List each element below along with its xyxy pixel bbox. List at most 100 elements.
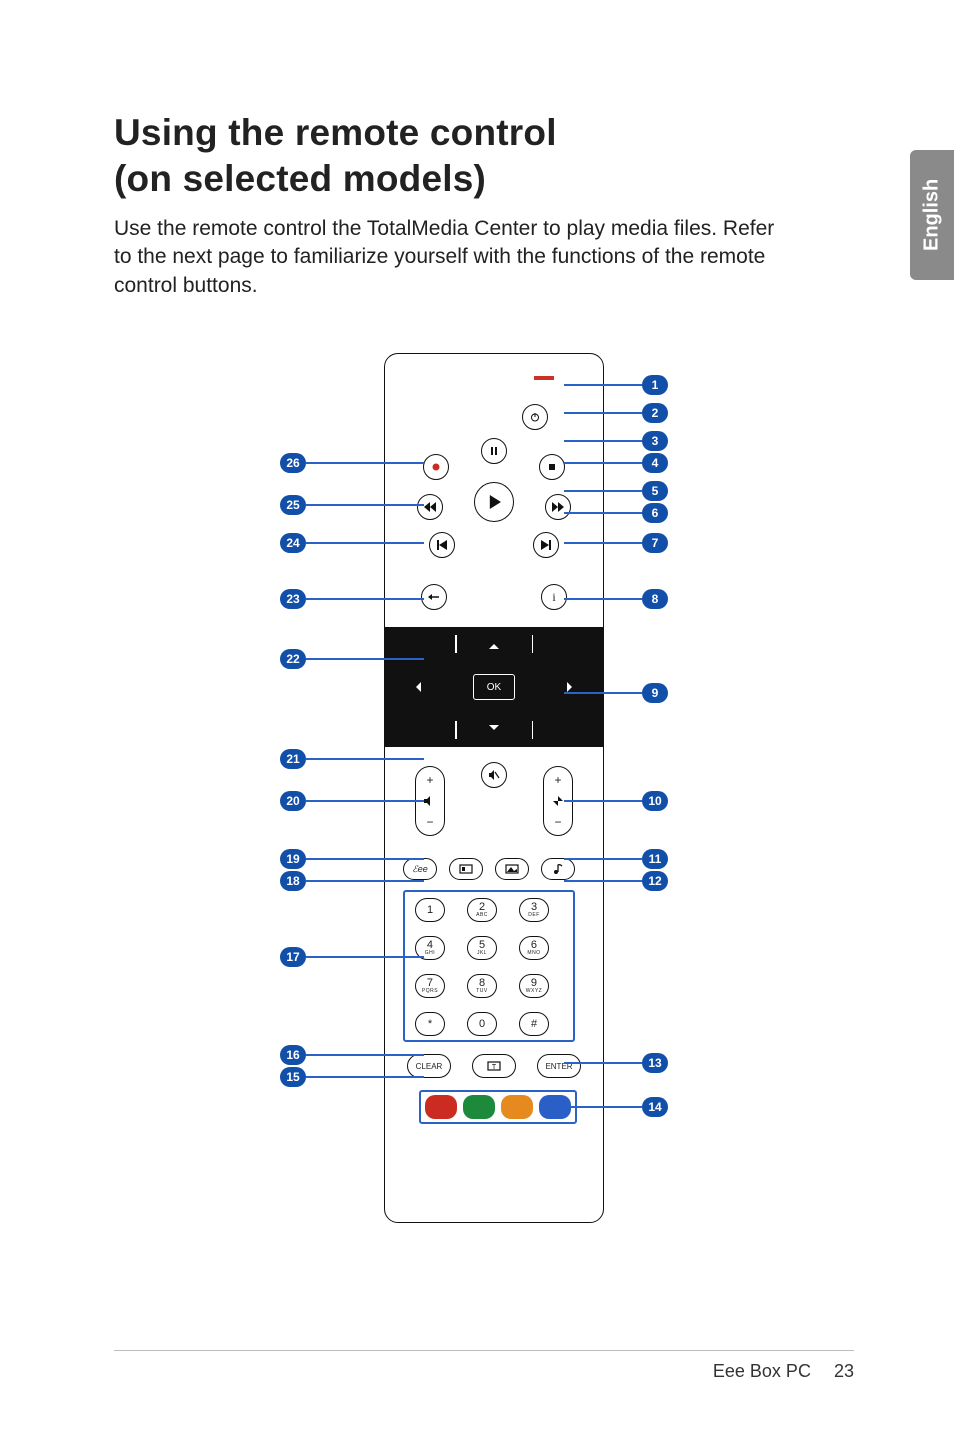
- rewind-button: [417, 494, 443, 520]
- keypad-9: 9WXYZ: [519, 974, 549, 998]
- teletext-icon: T: [487, 1061, 501, 1071]
- heading-line-1: Using the remote control: [114, 112, 557, 153]
- callout-badge-14: 14: [642, 1097, 668, 1117]
- speaker-mute-icon: [424, 796, 436, 806]
- left-arrow-icon: [411, 682, 421, 692]
- videos-button: [449, 858, 483, 880]
- callout-line: [564, 512, 642, 514]
- callout-badge-6: 6: [642, 503, 668, 523]
- callout-badge-20: 20: [280, 791, 306, 811]
- callout-badge-12: 12: [642, 871, 668, 891]
- clear-button: CLEAR: [407, 1054, 451, 1078]
- footer-page-number: 23: [834, 1361, 854, 1381]
- callout-badge-21: 21: [280, 749, 306, 769]
- callout-line: [306, 658, 424, 660]
- callout-line: [564, 542, 642, 544]
- callout-badge-16: 16: [280, 1045, 306, 1065]
- minus-icon: −: [426, 815, 433, 829]
- navigation-pad: OK: [385, 627, 603, 747]
- record-icon: [431, 462, 441, 472]
- film-icon: [459, 864, 473, 874]
- mute-button: [481, 762, 507, 788]
- callout-line: [564, 1106, 642, 1108]
- music-button: [541, 858, 575, 880]
- svg-text:T: T: [492, 1064, 497, 1071]
- callout-badge-11: 11: [642, 849, 668, 869]
- ok-button: OK: [473, 674, 515, 700]
- stop-icon: [547, 462, 557, 472]
- pause-icon: [489, 446, 499, 456]
- callout-line: [306, 858, 424, 860]
- play-icon: [487, 495, 501, 509]
- intro-paragraph: Use the remote control the TotalMedia Ce…: [114, 215, 784, 302]
- callout-line: [564, 440, 642, 442]
- callout-badge-25: 25: [280, 495, 306, 515]
- heading-line-2: (on selected models): [114, 158, 486, 199]
- fast-forward-button: [545, 494, 571, 520]
- callout-line: [564, 1062, 642, 1064]
- pause-button: [481, 438, 507, 464]
- callout-badge-4: 4: [642, 453, 668, 473]
- power-icon: [529, 411, 541, 423]
- keypad-0: 0: [467, 1012, 497, 1036]
- skip-back-icon: [437, 540, 447, 550]
- keypad-5: 5JKL: [467, 936, 497, 960]
- callout-line: [564, 384, 642, 386]
- keypad-3: 3DEF: [519, 898, 549, 922]
- callout-badge-17: 17: [280, 947, 306, 967]
- callout-line: [564, 692, 642, 694]
- music-note-icon: [552, 863, 564, 875]
- callout-line: [306, 504, 424, 506]
- callout-badge-2: 2: [642, 403, 668, 423]
- callout-line: [306, 462, 424, 464]
- callout-badge-22: 22: [280, 649, 306, 669]
- callout-badge-24: 24: [280, 533, 306, 553]
- callout-badge-23: 23: [280, 589, 306, 609]
- page: English Using the remote control (on sel…: [0, 0, 954, 1438]
- keypad-#: #: [519, 1012, 549, 1036]
- pictures-button: [495, 858, 529, 880]
- callout-line: [564, 412, 642, 414]
- keypad-8: 8TUV: [467, 974, 497, 998]
- callout-line: [306, 1054, 424, 1056]
- callout-badge-9: 9: [642, 683, 668, 703]
- rewind-icon: [424, 502, 436, 512]
- mute-icon: [488, 769, 500, 781]
- callout-badge-7: 7: [642, 533, 668, 553]
- remote-diagram: i OK + −: [174, 353, 814, 1233]
- callout-badge-18: 18: [280, 871, 306, 891]
- enter-button: ENTER: [537, 1054, 581, 1078]
- previous-button: [429, 532, 455, 558]
- language-tab: English: [910, 150, 954, 280]
- callout-badge-8: 8: [642, 589, 668, 609]
- info-button: i: [541, 584, 567, 610]
- plus-icon: +: [426, 773, 433, 787]
- next-button: [533, 532, 559, 558]
- callout-line: [564, 858, 642, 860]
- callout-line: [564, 598, 642, 600]
- teletext-button: T: [472, 1054, 516, 1078]
- callout-badge-26: 26: [280, 453, 306, 473]
- power-button: [522, 404, 548, 430]
- ir-window-icon: [534, 376, 554, 380]
- callout-badge-10: 10: [642, 791, 668, 811]
- callout-line: [306, 800, 424, 802]
- up-arrow-icon: [489, 639, 499, 649]
- minus-icon: −: [554, 815, 561, 829]
- play-button: [474, 482, 514, 522]
- callout-badge-1: 1: [642, 375, 668, 395]
- callout-line: [306, 598, 424, 600]
- callout-line: [306, 758, 424, 760]
- callout-badge-19: 19: [280, 849, 306, 869]
- keypad-*: *: [415, 1012, 445, 1036]
- green-button: [463, 1095, 495, 1119]
- callout-line: [306, 1076, 424, 1078]
- callout-line: [306, 956, 424, 958]
- orange-button: [501, 1095, 533, 1119]
- callout-line: [564, 490, 642, 492]
- callout-badge-5: 5: [642, 481, 668, 501]
- callout-line: [564, 800, 642, 802]
- keypad-6: 6MNO: [519, 936, 549, 960]
- page-heading: Using the remote control (on selected mo…: [114, 110, 874, 203]
- callout-line: [564, 462, 642, 464]
